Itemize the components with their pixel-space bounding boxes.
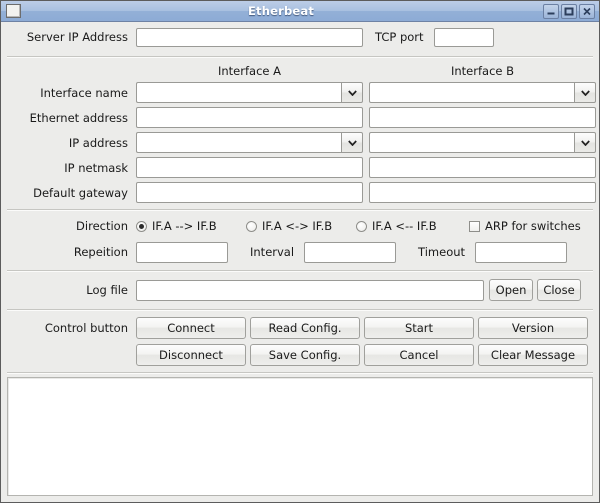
section-divider-4 [7,309,593,311]
ip-address-row: IP address [1,130,599,155]
ip-netmask-a-input[interactable] [136,157,363,178]
chevron-down-icon[interactable] [341,82,363,103]
chevron-down-icon[interactable] [574,82,596,103]
direction-row: Direction IF.A --> IF.B IF.A <-> IF.B IF… [1,214,599,238]
version-button[interactable]: Version [478,316,588,339]
arp-for-switches-checkbox[interactable]: ARP for switches [469,219,581,233]
direction-option-label: IF.A <-> IF.B [262,219,333,233]
interval-input[interactable] [304,241,397,263]
control-button-label: Control button [44,320,128,335]
window-content: Server IP Address TCP port Interface A I… [1,22,599,502]
clear-message-button[interactable]: Clear Message [478,343,588,366]
application-window: Etherbeat Server IP Address TCP port Int… [0,0,600,503]
default-gateway-b-input[interactable] [369,182,596,203]
logfile-section: Log file Open Close [1,275,599,305]
close-icon[interactable] [579,3,595,19]
start-button[interactable]: Start [364,316,474,339]
timing-row: Repeition Interval Timeout [1,238,599,266]
repetition-input[interactable] [136,241,228,263]
maximize-icon[interactable] [561,3,577,19]
chevron-down-icon[interactable] [574,132,596,153]
logfile-open-button[interactable]: Open [489,279,533,301]
direction-section: Direction IF.A --> IF.B IF.A <-> IF.B IF… [1,214,599,266]
control-buttons-row-2: Disconnect Save Config. Cancel Clear Mes… [1,341,599,368]
logfile-row: Log file Open Close [1,275,599,305]
control-buttons-section: Control button Connect Read Config. Star… [1,314,599,368]
direction-option-label: IF.A --> IF.B [152,219,217,233]
ip-address-b-combo[interactable] [369,132,596,153]
chevron-down-icon[interactable] [341,132,363,153]
direction-label: Direction [76,219,128,233]
ethernet-address-b-input[interactable] [369,107,596,128]
interface-name-label: Interface name [40,85,128,100]
server-section: Server IP Address TCP port [1,22,599,52]
server-ip-label: Server IP Address [26,30,128,44]
tcp-port-input[interactable] [433,27,494,47]
interface-name-b-input[interactable] [369,82,574,103]
checkbox-icon[interactable] [469,220,480,232]
interface-name-row: Interface name [1,80,599,105]
control-buttons-row-1: Control button Connect Read Config. Star… [1,314,599,341]
save-config-button[interactable]: Save Config. [250,343,360,366]
minimize-icon[interactable] [543,3,559,19]
ip-address-label: IP address [68,135,128,150]
ip-address-a-combo[interactable] [136,132,363,153]
message-output-pane[interactable] [7,377,593,496]
repetition-label: Repeition [73,245,128,259]
timeout-label: Timeout [418,245,466,259]
logfile-label: Log file [86,283,128,297]
interface-b-header: Interface B [450,63,515,78]
connect-button[interactable]: Connect [136,316,246,339]
message-output-text [8,378,592,396]
interval-label: Interval [250,245,295,259]
ethernet-address-row: Ethernet address [1,105,599,130]
title-bar[interactable]: Etherbeat [1,1,599,22]
section-divider-3 [7,270,593,272]
ethernet-address-a-input[interactable] [136,107,363,128]
section-divider-5 [7,372,593,374]
direction-option-label: IF.A <-- IF.B [372,219,437,233]
direction-option-a-to-b[interactable]: IF.A --> IF.B [136,219,246,233]
interface-name-a-combo[interactable] [136,82,363,103]
logfile-close-button[interactable]: Close [537,279,581,301]
tcp-port-label: TCP port [375,30,424,44]
section-divider-2 [7,209,593,211]
radio-icon[interactable] [136,220,147,232]
server-ip-input[interactable] [136,27,363,47]
window-title: Etherbeat [247,4,315,18]
radio-icon[interactable] [356,220,367,232]
ip-netmask-row: IP netmask [1,155,599,180]
server-row: Server IP Address TCP port [1,22,599,52]
logfile-path-input[interactable] [136,279,484,301]
interface-name-b-combo[interactable] [369,82,596,103]
ethernet-address-label: Ethernet address [29,110,128,125]
interface-section: Interface A Interface B Interface name E… [1,61,599,205]
default-gateway-a-input[interactable] [136,182,363,203]
app-window-icon [6,4,21,18]
timeout-input[interactable] [475,241,568,263]
ip-netmask-b-input[interactable] [369,157,596,178]
interface-headers-row: Interface A Interface B [1,61,599,80]
section-divider-1 [7,56,593,58]
default-gateway-label: Default gateway [33,185,128,200]
interface-name-a-input[interactable] [136,82,341,103]
ip-address-b-input[interactable] [369,132,574,153]
default-gateway-row: Default gateway [1,180,599,205]
ip-netmask-label: IP netmask [64,160,128,175]
ip-address-a-input[interactable] [136,132,341,153]
direction-option-a-both-b[interactable]: IF.A <-> IF.B [246,219,356,233]
cancel-button[interactable]: Cancel [364,343,474,366]
arp-for-switches-label: ARP for switches [485,219,581,233]
interface-a-header: Interface A [217,63,281,78]
radio-icon[interactable] [246,220,257,232]
disconnect-button[interactable]: Disconnect [136,343,246,366]
direction-option-b-to-a[interactable]: IF.A <-- IF.B [356,219,469,233]
read-config-button[interactable]: Read Config. [250,316,360,339]
